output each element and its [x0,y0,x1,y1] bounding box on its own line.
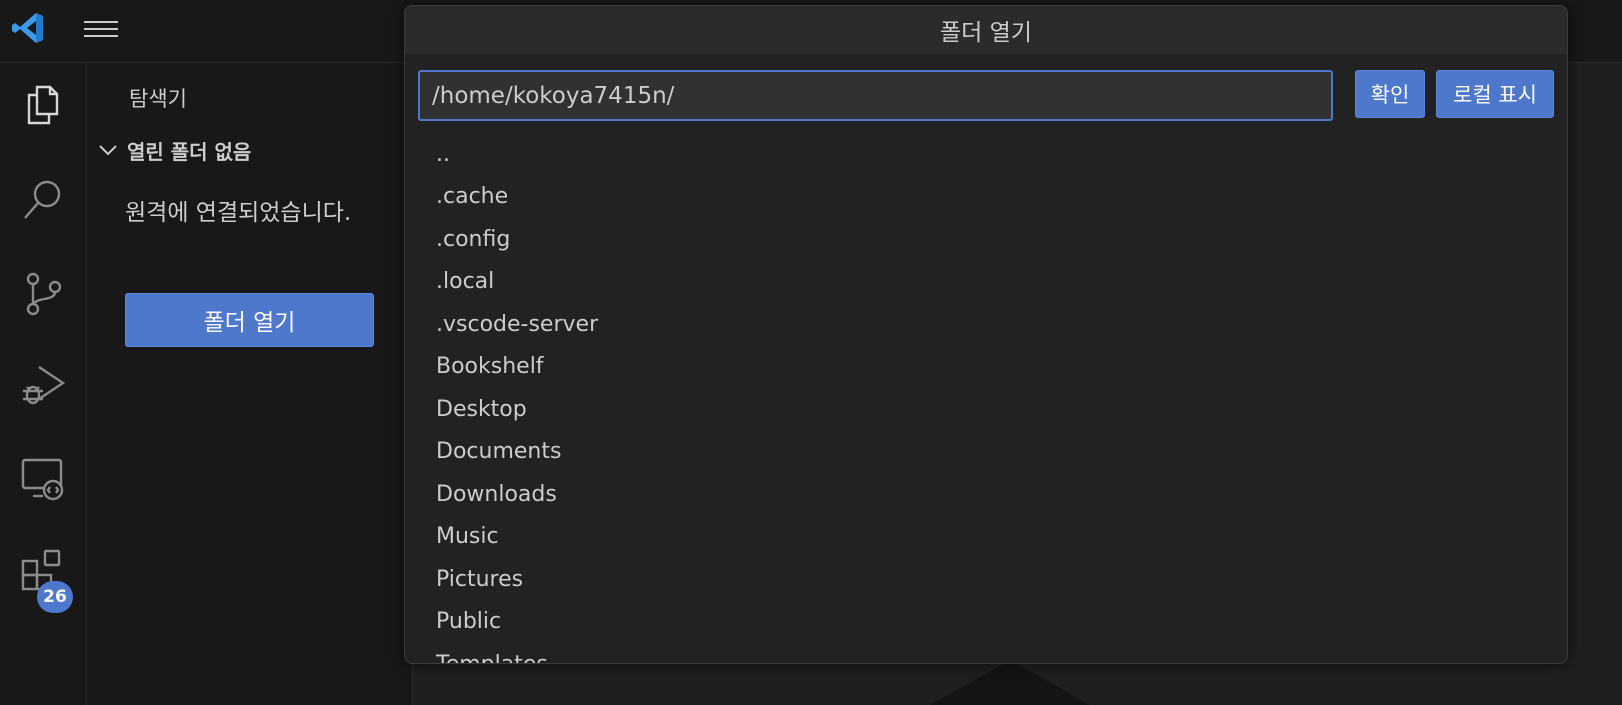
vscode-watermark-icon [930,660,1090,705]
files-icon [27,85,59,125]
activity-source-control[interactable] [0,253,86,333]
hamburger-menu-icon[interactable] [84,16,118,44]
source-control-icon [26,272,62,316]
list-item[interactable]: .cache [405,176,1567,219]
list-item[interactable]: Templates [405,643,1567,663]
activity-bar: 26 [0,63,87,705]
open-folder-button[interactable]: 폴더 열기 [125,293,374,347]
folder-list: .. .cache .config .local .vscode-server … [405,133,1567,663]
list-item[interactable]: Music [405,516,1567,559]
list-item[interactable]: Public [405,601,1567,644]
folder-path-input[interactable] [418,70,1333,121]
list-item[interactable]: Bookshelf [405,346,1567,389]
list-item[interactable]: .local [405,261,1567,304]
activity-extensions[interactable]: 26 [0,531,86,613]
section-label: 열린 폴더 없음 [127,139,252,164]
no-folder-section-header[interactable]: 열린 폴더 없음 [97,135,251,165]
dialog-title: 폴더 열기 [405,6,1567,54]
activity-run-debug[interactable] [0,345,86,425]
activity-remote-explorer[interactable] [0,438,86,518]
list-item[interactable]: Desktop [405,388,1567,431]
list-item[interactable]: .vscode-server [405,303,1567,346]
chevron-down-icon [99,145,117,156]
remote-connected-message: 원격에 연결되었습니다. [125,200,352,226]
explorer-sidebar: 탐색기 열린 폴더 없음 원격에 연결되었습니다. 폴더 열기 [87,63,413,705]
open-folder-dialog: 폴더 열기 확인 로컬 표시 .. .cache .config .local … [404,5,1568,664]
list-item[interactable]: Documents [405,431,1567,474]
ok-button[interactable]: 확인 [1355,70,1425,118]
show-local-button[interactable]: 로컬 표시 [1436,70,1554,118]
list-item[interactable]: .. [405,133,1567,176]
list-item[interactable]: Downloads [405,473,1567,516]
extensions-badge: 26 [37,581,73,613]
vscode-logo-icon [12,13,43,43]
remote-explorer-icon [21,458,64,501]
list-item[interactable]: Pictures [405,558,1567,601]
run-debug-icon [23,366,66,405]
sidebar-title: 탐색기 [129,87,187,111]
list-item[interactable]: .config [405,218,1567,261]
search-icon [24,180,61,219]
activity-explorer[interactable] [0,65,86,145]
activity-search[interactable] [0,160,86,240]
